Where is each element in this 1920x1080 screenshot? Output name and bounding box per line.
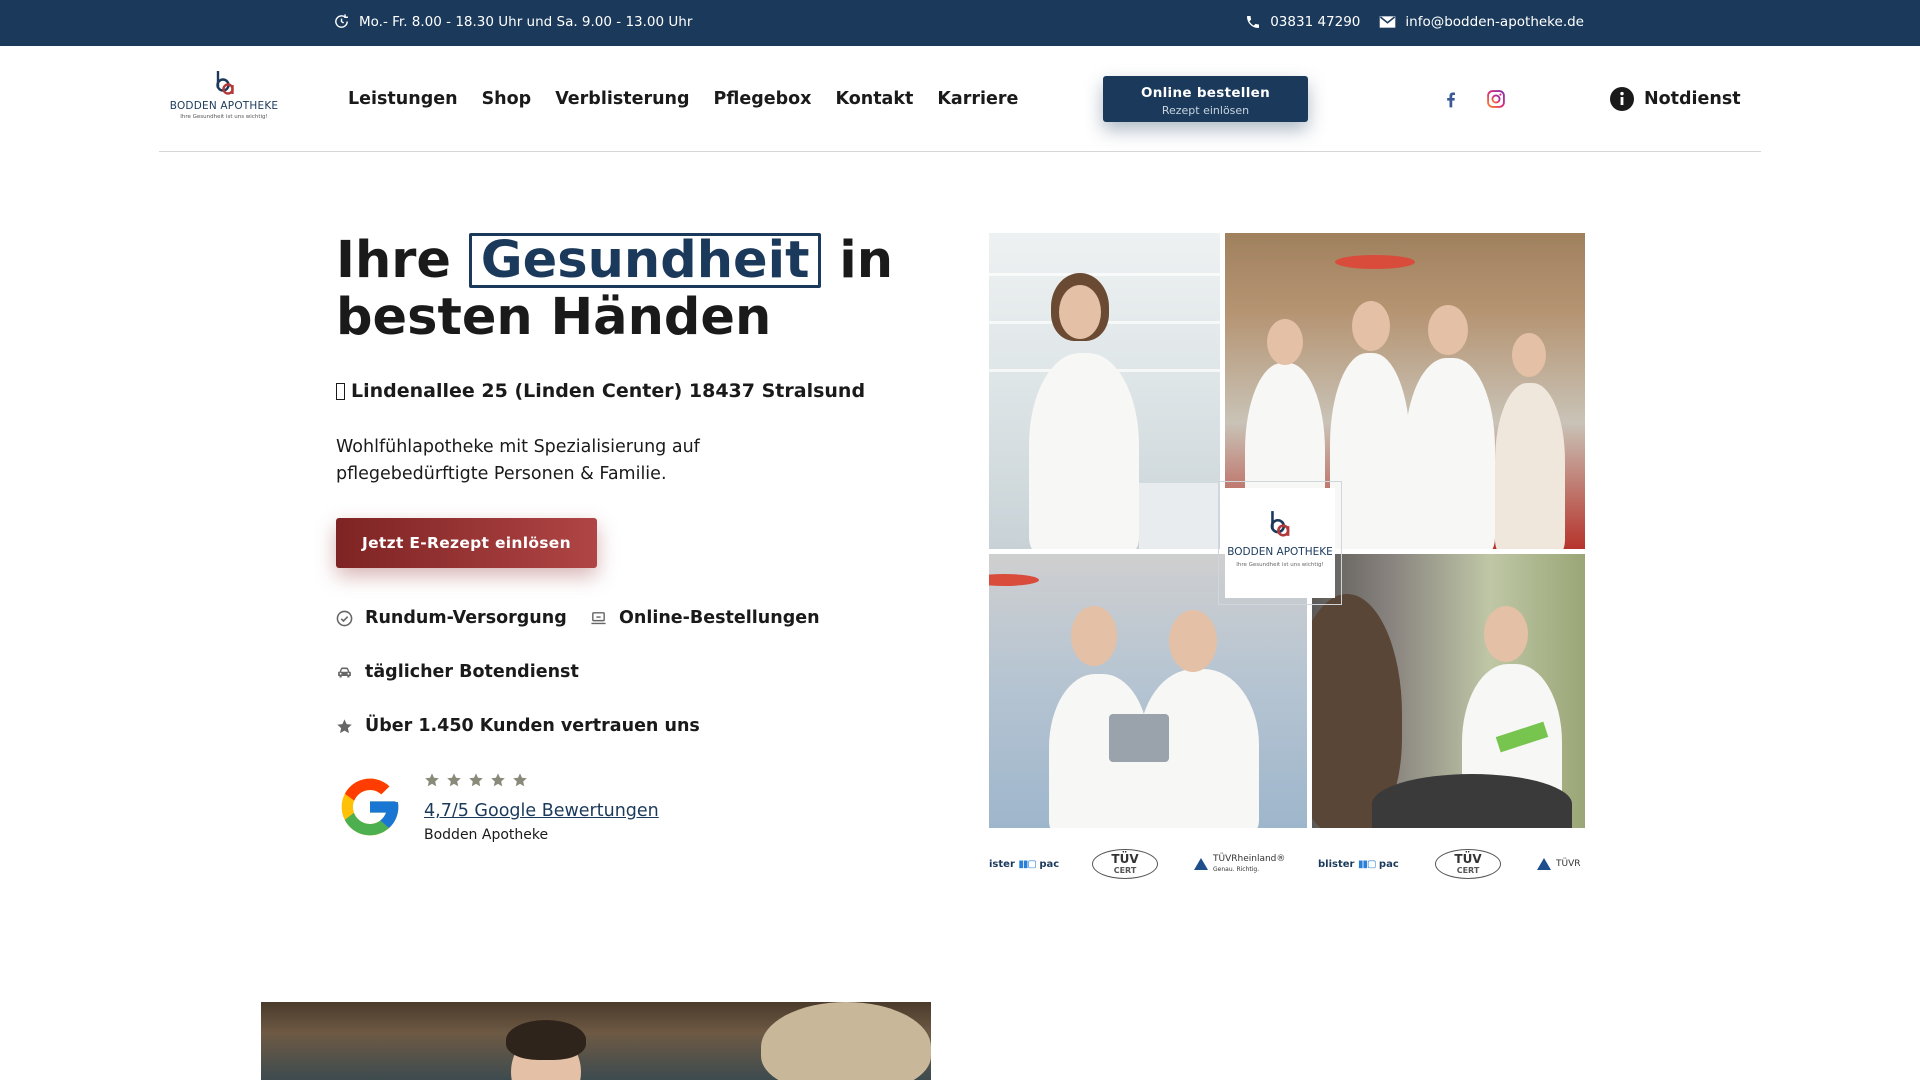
certification-logos: ister ▮▮▢ pac TÜV CERT TÜVRheinland® Genau… — [989, 846, 1585, 882]
section-photo-team — [261, 1002, 931, 1080]
address-text: Lindenallee 25 (Linden Center) 18437 Str… — [351, 380, 866, 402]
check-circle-icon — [336, 610, 353, 626]
top-info-bar: Mo.- Fr. 8.00 - 18.30 Uhr und Sa. 9.00 -… — [0, 0, 1920, 46]
tuv-cert-logo: TÜV CERT — [1435, 846, 1501, 882]
feature-label: Rundum-Versorgung — [365, 608, 567, 628]
blisterpac-text: blister — [1318, 858, 1355, 870]
laptop-icon — [591, 611, 606, 624]
google-icon — [341, 778, 399, 836]
feature-kunden: Über 1.450 Kunden vertrauen uns — [336, 716, 700, 736]
hero-photo-collage: BODDEN APOTHEKE Ihre Gesundheit ist uns … — [989, 233, 1585, 828]
blisterpac-logo: blister ▮▮▢ pac — [1318, 858, 1399, 870]
nav-item-shop[interactable]: Shop — [482, 89, 532, 109]
tuv-text: TÜV — [1111, 852, 1139, 866]
rating-stars — [424, 772, 528, 788]
collage-logo: BODDEN APOTHEKE Ihre Gesundheit ist uns … — [1218, 481, 1342, 605]
feature-botendienst: täglicher Botendienst — [336, 662, 579, 682]
nav-item-kontakt[interactable]: Kontakt — [835, 89, 913, 109]
top-contact: 03831 47290 info@bodden-apotheke.de — [1245, 0, 1584, 43]
online-order-title: Online bestellen — [1140, 85, 1271, 101]
e-rezept-button[interactable]: Jetzt E-Rezept einlösen — [336, 518, 597, 568]
hero-title-start: Ihre — [336, 231, 452, 290]
nav-item-karriere[interactable]: Karriere — [937, 89, 1018, 109]
blisterpac-text-start: ister — [989, 858, 1015, 870]
info-icon — [1610, 86, 1634, 111]
facebook-icon[interactable] — [1441, 89, 1461, 109]
cert-text: CERT — [1113, 866, 1137, 875]
notdienst-label: Notdienst — [1644, 88, 1741, 109]
star-icon — [513, 773, 527, 787]
social-links — [1441, 46, 1506, 151]
nav-item-leistungen[interactable]: Leistungen — [348, 89, 458, 109]
nav-item-pflegebox[interactable]: Pflegebox — [714, 89, 812, 109]
opening-hours-text: Mo.- Fr. 8.00 - 18.30 Uhr und Sa. 9.00 -… — [359, 13, 693, 30]
tuv-rheinland-logo: TÜVRheinland® Genau. Richtig. — [1194, 846, 1285, 882]
site-logo[interactable]: BODDEN APOTHEKE Ihre Gesundheit ist uns … — [165, 70, 283, 126]
google-rating: 4,7/5 Google Bewertungen Bodden Apotheke — [336, 770, 736, 843]
tuv-rheinland-text: TÜVR — [1556, 859, 1581, 869]
logo-mark-icon — [1270, 511, 1290, 537]
email-link[interactable]: info@bodden-apotheke.de — [1405, 14, 1584, 30]
feature-rundum-versorgung: Rundum-Versorgung — [336, 608, 567, 628]
collage-logo-tagline: Ihre Gesundheit ist uns wichtig! — [1236, 562, 1324, 568]
phone-icon — [1247, 15, 1260, 28]
blisterpac-pac: pac — [1378, 858, 1399, 870]
rating-business-name: Bodden Apotheke — [424, 827, 549, 843]
address: Lindenallee 25 (Linden Center) 18437 Str… — [336, 380, 865, 402]
opening-hours: Mo.- Fr. 8.00 - 18.30 Uhr und Sa. 9.00 -… — [333, 0, 692, 43]
tuv-rheinland-text: TÜVRheinland® — [1213, 854, 1286, 864]
logo-brand-text: BODDEN APOTHEKE — [169, 100, 279, 112]
logo-mark-icon — [216, 71, 234, 95]
feature-label: täglicher Botendienst — [365, 662, 579, 682]
location-pin-icon — [336, 382, 345, 400]
photo-consultation — [1312, 554, 1585, 828]
photo-pharmacist-lab — [989, 233, 1220, 549]
blisterpac-logo: ister ▮▮▢ pac — [989, 858, 1060, 870]
phone-link[interactable]: 03831 47290 — [1270, 14, 1360, 30]
hero-title: Ihre Gesundheit in besten Händen — [336, 232, 896, 346]
star-icon — [425, 773, 439, 787]
star-icon — [447, 773, 461, 787]
star-icon — [491, 773, 505, 787]
tuv-text: TÜV — [1454, 852, 1482, 866]
feature-label: Online-Bestellungen — [619, 608, 820, 628]
cert-text: CERT — [1456, 866, 1480, 875]
tuv-rheinland-sub: Genau. Richtig. — [1213, 866, 1260, 873]
nav-item-verblisterung[interactable]: Verblisterung — [555, 89, 689, 109]
site-header: BODDEN APOTHEKE Ihre Gesundheit ist uns … — [159, 46, 1761, 152]
online-order-subtitle: Rezept einlösen — [1161, 104, 1250, 117]
star-icon — [337, 718, 352, 733]
tuv-cert-logo: TÜV CERT — [1092, 846, 1158, 882]
hero-title-highlight: Gesundheit — [468, 233, 822, 288]
collage-logo-brand: BODDEN APOTHEKE — [1227, 546, 1333, 558]
feature-label: Über 1.450 Kunden vertrauen uns — [365, 716, 700, 736]
notdienst-link[interactable]: Notdienst — [1610, 46, 1741, 151]
feature-online-bestellungen: Online-Bestellungen — [590, 608, 820, 628]
instagram-icon[interactable] — [1486, 89, 1506, 109]
star-icon — [469, 773, 483, 787]
logo-tagline: Ihre Gesundheit ist uns wichtig! — [180, 114, 268, 120]
car-icon — [338, 667, 351, 677]
tuv-rheinland-logo: TÜVR — [1537, 846, 1581, 882]
google-reviews-link[interactable]: 4,7/5 Google Bewertungen — [424, 801, 659, 821]
main-nav: Leistungen Shop Verblisterung Pflegebox … — [348, 46, 1018, 151]
mail-icon — [1380, 15, 1396, 28]
blisterpac-pac: pac — [1039, 858, 1060, 870]
online-order-button[interactable]: Online bestellen Rezept einlösen — [1103, 76, 1308, 122]
hero-description: Wohlfühlapotheke mit Spezialisierung auf… — [336, 437, 700, 484]
clock-refresh-icon — [335, 14, 348, 28]
